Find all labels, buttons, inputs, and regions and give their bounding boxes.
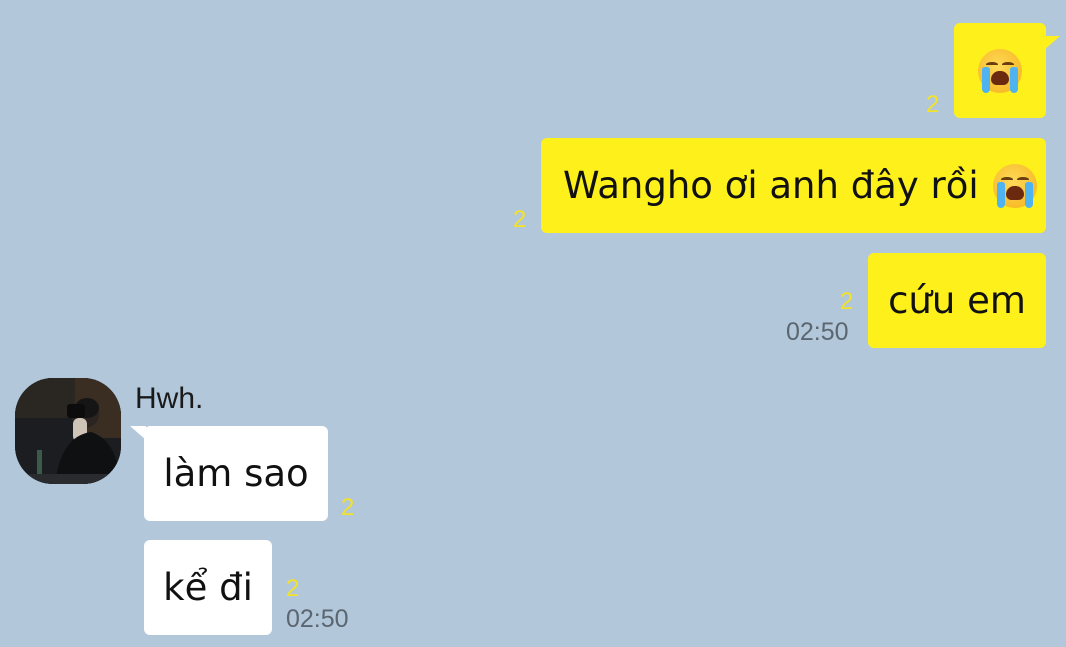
message-bubble-sent[interactable]: cứu em: [868, 253, 1046, 348]
unread-count: 2: [341, 494, 355, 521]
unread-count: 2: [840, 288, 854, 315]
message-text: cứu em: [888, 279, 1026, 322]
avatar[interactable]: [15, 378, 121, 484]
message-text: kể đi: [163, 566, 253, 609]
message-bubble-received[interactable]: kể đi: [144, 540, 272, 635]
loudly-crying-face-icon: [978, 48, 1022, 93]
message-time: 02:50: [286, 605, 349, 633]
unread-count: 2: [926, 91, 940, 118]
chat-area[interactable]: 2 Wangho ơi anh đây rồi 2 cứu em 2 02:50…: [0, 0, 1066, 647]
profile-photo-icon: [15, 378, 121, 484]
unread-count: 2: [286, 575, 300, 602]
message-bubble-received[interactable]: làm sao: [144, 426, 328, 521]
message-text: làm sao: [163, 452, 309, 495]
message-bubble-sent[interactable]: [954, 23, 1046, 118]
message-time: 02:50: [786, 318, 849, 346]
message-bubble-sent[interactable]: Wangho ơi anh đây rồi: [541, 138, 1046, 233]
bubble-tail: [1044, 36, 1060, 50]
message-text: Wangho ơi anh đây rồi: [563, 164, 979, 207]
contact-name[interactable]: Hwh.: [135, 382, 203, 416]
unread-count: 2: [513, 206, 527, 233]
loudly-crying-face-icon: [992, 163, 1037, 208]
